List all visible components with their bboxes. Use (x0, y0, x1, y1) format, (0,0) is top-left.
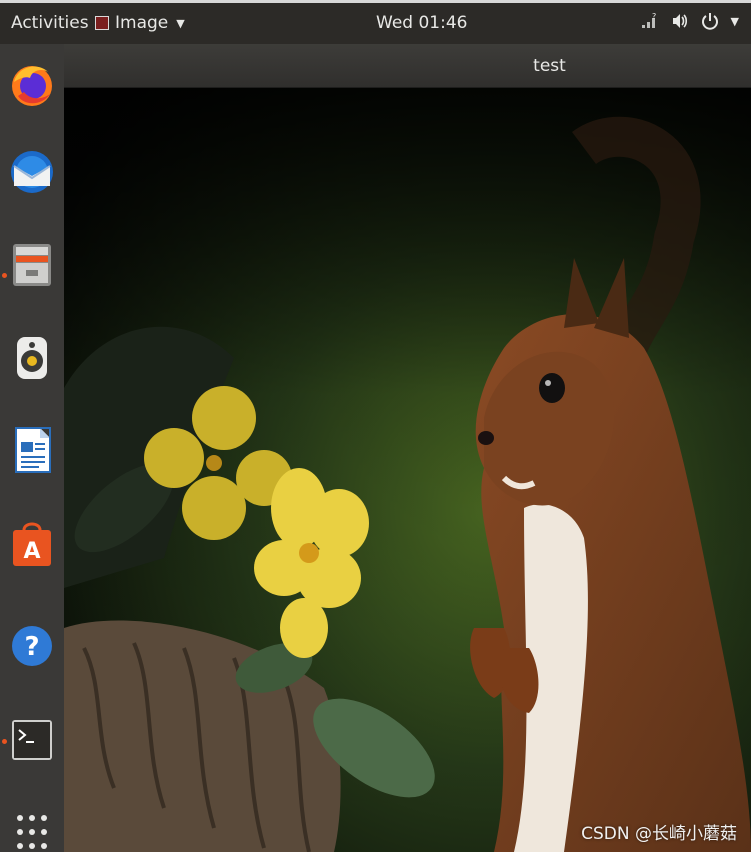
watermark: CSDN @长崎小蘑菇 (581, 824, 737, 844)
window-title: test (533, 56, 566, 76)
rhythmbox-icon (17, 337, 47, 379)
dock-item-files[interactable] (8, 240, 56, 288)
show-applications-icon (17, 815, 47, 849)
terminal-icon (12, 720, 52, 760)
help-icon: ? (12, 626, 52, 666)
svg-text:?: ? (24, 632, 39, 662)
power-icon[interactable] (701, 12, 719, 30)
dock-item-thunderbird[interactable] (8, 148, 56, 196)
image-viewer-app-icon (95, 16, 109, 30)
files-icon (13, 244, 51, 286)
dock-item-show-applications[interactable] (8, 808, 56, 852)
software-center-icon: A (13, 522, 51, 566)
dock-item-libreoffice-writer[interactable] (8, 426, 56, 474)
system-tray[interactable]: ? ▼ (641, 12, 739, 30)
chevron-down-icon[interactable]: ▼ (731, 15, 739, 28)
image-canvas (64, 88, 751, 852)
app-menu[interactable]: Image ▼ (95, 13, 185, 33)
dock-item-rhythmbox[interactable] (8, 334, 56, 382)
firefox-icon (12, 66, 52, 106)
svg-text:A: A (23, 539, 40, 564)
chevron-down-icon: ▼ (176, 16, 185, 30)
activities-button[interactable]: Activities (11, 13, 89, 33)
running-indicator (2, 273, 7, 278)
window-titlebar[interactable]: test (64, 44, 751, 88)
libreoffice-writer-icon (15, 427, 51, 473)
volume-icon[interactable] (671, 12, 689, 30)
dock-item-firefox[interactable] (8, 60, 56, 108)
svg-text:?: ? (652, 12, 656, 21)
squirrel-photo (64, 88, 751, 852)
dock-item-help[interactable]: ? (8, 622, 56, 670)
app-menu-label: Image (115, 13, 169, 33)
dock-item-terminal[interactable] (8, 716, 56, 764)
clock[interactable]: Wed 01:46 (376, 13, 467, 33)
dock: A ? (0, 44, 64, 852)
dock-item-software-center[interactable]: A (8, 520, 56, 568)
running-indicator (2, 739, 7, 744)
network-icon[interactable]: ? (641, 12, 659, 30)
thunderbird-icon (11, 151, 53, 193)
top-bar: Activities Image ▼ Wed 01:46 ? ▼ (0, 0, 751, 44)
